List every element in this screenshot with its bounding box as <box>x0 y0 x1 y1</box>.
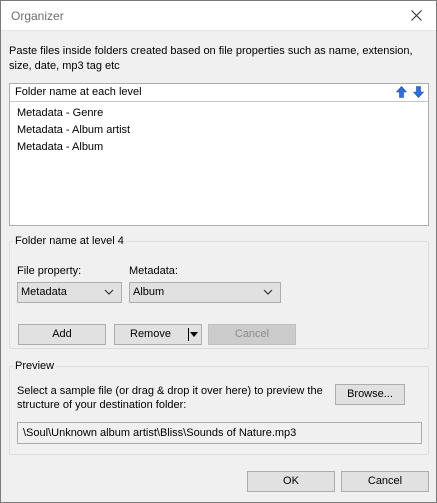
preview-legend: Preview <box>15 360 55 372</box>
level-settings-group: Folder name at level 4 File property: Me… <box>9 235 429 349</box>
chevron-down-icon <box>263 289 273 295</box>
description-text: Paste files inside folders created based… <box>9 45 413 72</box>
metadata-label: Metadata: <box>129 265 178 277</box>
organizer-dialog: Organizer Paste files inside folders cre… <box>0 0 437 503</box>
list-item[interactable]: Metadata - Genre <box>10 105 428 122</box>
metadata-value: Album <box>133 286 165 298</box>
preview-group: Preview Select a sample file (or drag & … <box>9 360 429 455</box>
move-down-button[interactable] <box>411 85 425 99</box>
cancel-button[interactable]: Cancel <box>341 471 429 492</box>
file-property-label: File property: <box>17 265 82 277</box>
browse-button-label: Browse... <box>347 388 393 400</box>
file-property-value: Metadata <box>21 286 67 298</box>
arrow-down-icon <box>412 86 424 98</box>
add-button-label: Add <box>52 328 72 340</box>
window-title: Organizer <box>11 9 64 23</box>
file-property-select[interactable]: Metadata <box>17 282 122 303</box>
cancel-button-label: Cancel <box>367 475 403 487</box>
remove-button-label: Remove <box>130 328 171 340</box>
list-header: Folder name at each level <box>10 84 428 102</box>
preview-path-field[interactable]: \Soul\Unknown album artist\Bliss\Sounds … <box>17 422 422 444</box>
close-button[interactable] <box>396 1 436 30</box>
add-button[interactable]: Add <box>18 324 106 345</box>
cancel-level-label: Cancel <box>234 328 270 340</box>
metadata-select[interactable]: Album <box>129 282 281 303</box>
move-up-button[interactable] <box>394 85 408 99</box>
browse-button[interactable]: Browse... <box>335 384 405 405</box>
preview-instruction: Select a sample file (or drag & drop it … <box>17 385 323 411</box>
remove-split-button[interactable]: Remove <box>114 324 202 345</box>
list-item[interactable]: Metadata - Album artist <box>10 122 428 139</box>
arrow-up-icon <box>395 86 407 98</box>
cancel-level-button[interactable]: Cancel <box>208 324 296 345</box>
ok-button-label: OK <box>283 475 299 487</box>
chevron-down-icon[interactable] <box>189 329 199 339</box>
list-header-label: Folder name at each level <box>15 86 142 98</box>
ok-button[interactable]: OK <box>247 471 335 492</box>
list-items: Metadata - Genre Metadata - Album artist… <box>10 102 428 156</box>
folder-levels-list[interactable]: Folder name at each level Metadata - Gen… <box>9 83 429 226</box>
title-bar: Organizer <box>1 1 436 31</box>
level-group-legend: Folder name at level 4 <box>15 235 124 247</box>
close-icon <box>410 10 422 21</box>
list-item[interactable]: Metadata - Album <box>10 139 428 156</box>
chevron-down-icon <box>104 289 114 295</box>
